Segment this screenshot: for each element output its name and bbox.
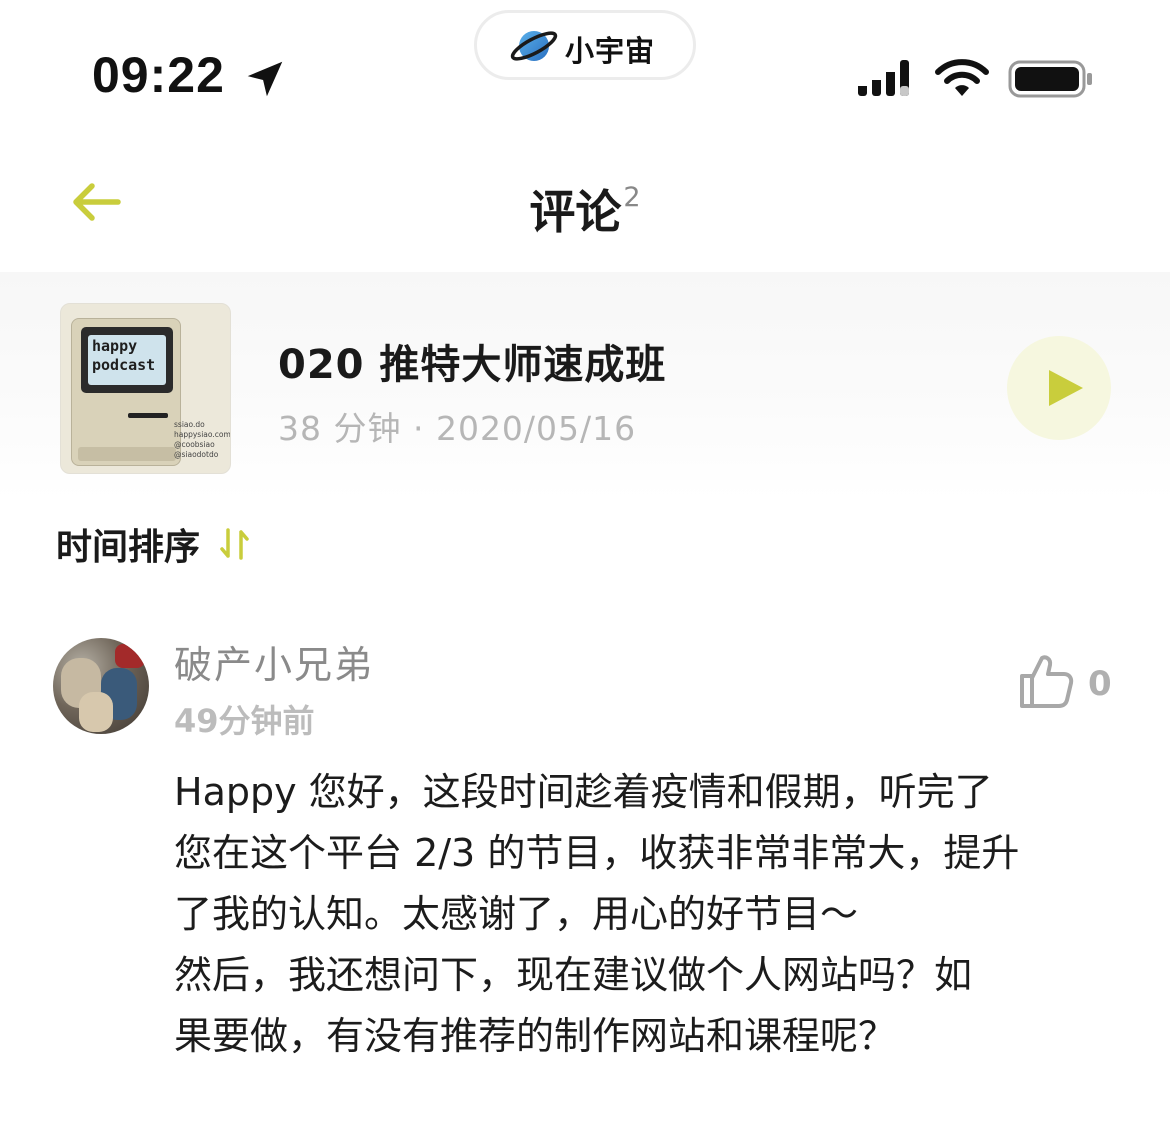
app-pill-label: 小宇宙 [565,34,656,68]
cellular-signal-icon [858,60,909,96]
like-count: 0 [1088,664,1112,704]
nav-bar: 评论2 [0,130,1170,272]
battery-icon [1008,60,1092,98]
comment-count: 2 [623,182,641,213]
thumbs-up-icon[interactable] [1018,652,1074,710]
location-arrow-icon [247,61,283,97]
comment-body: Happy 您好，这段时间趁着疫情和假期，听完了 您在这个平台 2/3 的节目，… [174,770,1020,1058]
comment-username[interactable]: 破产小兄弟 [174,634,374,689]
episode-meta: 38 分钟 · 2020/05/16 [278,409,637,448]
play-button[interactable] [1007,336,1111,440]
wifi-icon [935,59,989,96]
sort-label: 时间排序 [56,527,201,568]
sort-arrows-icon [220,528,249,560]
page-title: 评论2 [0,176,1170,242]
status-time: 09:22 [92,47,225,103]
cover-side-text: ssiao.do happysiao.com @coobsiao @siaodo… [174,420,231,459]
status-bar: 09:22 小宇宙 [0,0,1170,130]
episode-card[interactable]: happy podcast ssiao.do happysiao.com @co… [0,272,1170,500]
play-icon [1049,370,1083,406]
cover-mac-illustration: happy podcast [71,318,181,466]
episode-title: 020 推特大师速成班 [278,342,667,388]
cover-screen-text: happy podcast [92,337,156,374]
app-switch-pill[interactable]: 小宇宙 [474,10,696,80]
comment-time: 49分钟前 [174,702,315,740]
planet-icon [510,31,558,61]
sort-toggle[interactable]: 时间排序 [56,518,251,574]
comment-item: 破产小兄弟 49分钟前 0 Happy 您好，这段时间趁着疫情和假期，听完了 您… [0,630,1170,1110]
avatar[interactable] [53,638,149,734]
page-title-text: 评论 [529,185,622,239]
episode-cover: happy podcast ssiao.do happysiao.com @co… [60,303,231,474]
